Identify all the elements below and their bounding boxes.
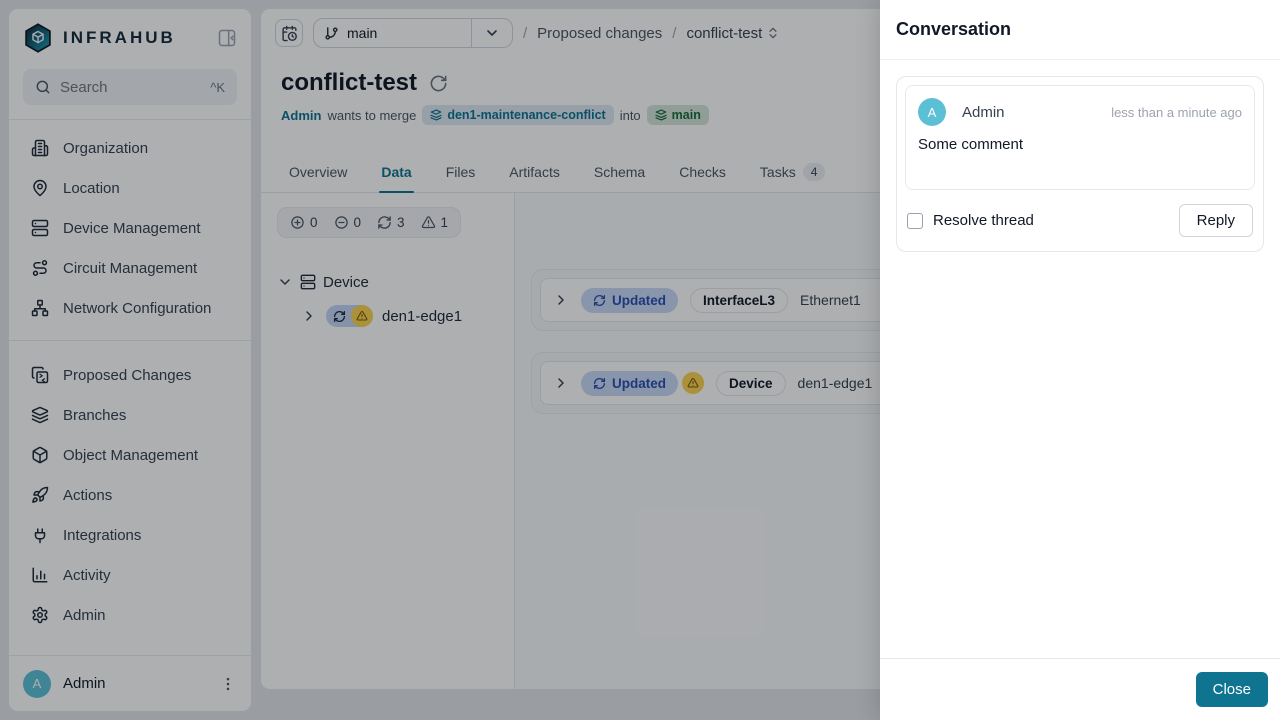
comment-author: Admin <box>962 103 1005 121</box>
drawer-title: Conversation <box>896 19 1012 39</box>
avatar: A <box>918 98 946 126</box>
resolve-thread-checkbox[interactable] <box>907 212 923 229</box>
close-button[interactable]: Close <box>1195 672 1268 707</box>
comment-body: Some comment <box>918 136 1024 153</box>
resolve-thread-label: Resolve thread <box>933 212 1034 229</box>
comment-header: A Admin less than a minute ago <box>918 98 1242 126</box>
drawer-footer: Close <box>880 658 1280 720</box>
thread-card: A Admin less than a minute ago Some comm… <box>896 76 1264 252</box>
thread-controls: Resolve thread Reply <box>905 202 1255 243</box>
conversation-drawer: Conversation A Admin less than a minute … <box>880 0 1280 720</box>
drawer-header: Conversation <box>880 0 1280 60</box>
comment-card: A Admin less than a minute ago Some comm… <box>905 85 1255 190</box>
drawer-body: A Admin less than a minute ago Some comm… <box>880 60 1280 658</box>
reply-button[interactable]: Reply <box>1178 204 1253 237</box>
comment-timestamp: less than a minute ago <box>1111 104 1242 120</box>
